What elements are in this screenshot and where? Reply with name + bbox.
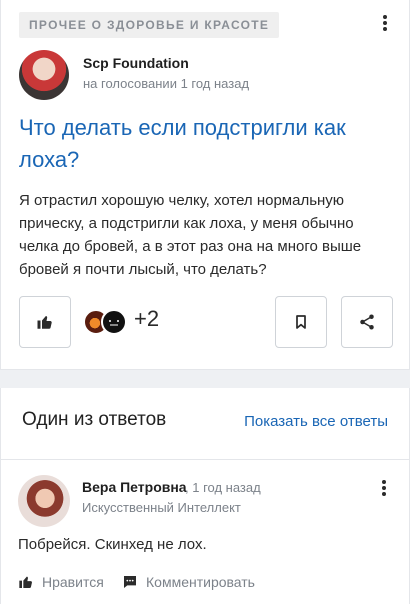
bookmark-icon [296, 315, 306, 329]
answer-time: , 1 год назад [185, 480, 261, 495]
answer-text: Побрейся. Скинхед не лох. [18, 536, 207, 553]
emoticon-icon [109, 320, 119, 326]
divider [0, 459, 410, 460]
thumbs-up-icon [19, 576, 32, 588]
question-meta: на голосовании 1 год назад [83, 76, 250, 91]
share-button[interactable] [341, 296, 393, 348]
answer-author-name[interactable]: Вера Петровна [82, 479, 187, 495]
answer-like-button[interactable]: Нравится [18, 574, 104, 590]
bookmark-button[interactable] [275, 296, 327, 348]
avatar[interactable] [19, 50, 69, 100]
liker-avatar[interactable] [101, 309, 127, 335]
question-card: ПРОЧЕЕ О ЗДОРОВЬЕ И КРАСОТЕ Scp Foundati… [0, 0, 410, 370]
answer-author-rank: Искусственный Интеллект [82, 500, 241, 515]
answer-comment-button[interactable]: Комментировать [122, 574, 255, 590]
more-options-icon[interactable] [375, 12, 395, 34]
answer-like-label: Нравится [42, 574, 104, 590]
answer-avatar[interactable] [18, 475, 70, 527]
question-body: Я отрастил хорошую челку, хотел нормальн… [19, 192, 362, 278]
like-button[interactable] [19, 296, 71, 348]
thumbs-up-icon [37, 316, 52, 329]
likes-count[interactable]: +2 [134, 306, 159, 332]
answer-more-options-icon[interactable] [374, 477, 394, 499]
answers-section-title: Один из ответов [22, 409, 167, 430]
show-all-answers-link[interactable]: Показать все ответы [244, 413, 388, 430]
comment-icon [124, 576, 136, 588]
answer-comment-label: Комментировать [146, 574, 255, 590]
category-badge[interactable]: ПРОЧЕЕ О ЗДОРОВЬЕ И КРАСОТЕ [19, 12, 280, 38]
author-name[interactable]: Scp Foundation [83, 55, 189, 71]
share-icon [360, 314, 374, 330]
question-title: Что делать если подстригли как лоха? [19, 115, 346, 172]
